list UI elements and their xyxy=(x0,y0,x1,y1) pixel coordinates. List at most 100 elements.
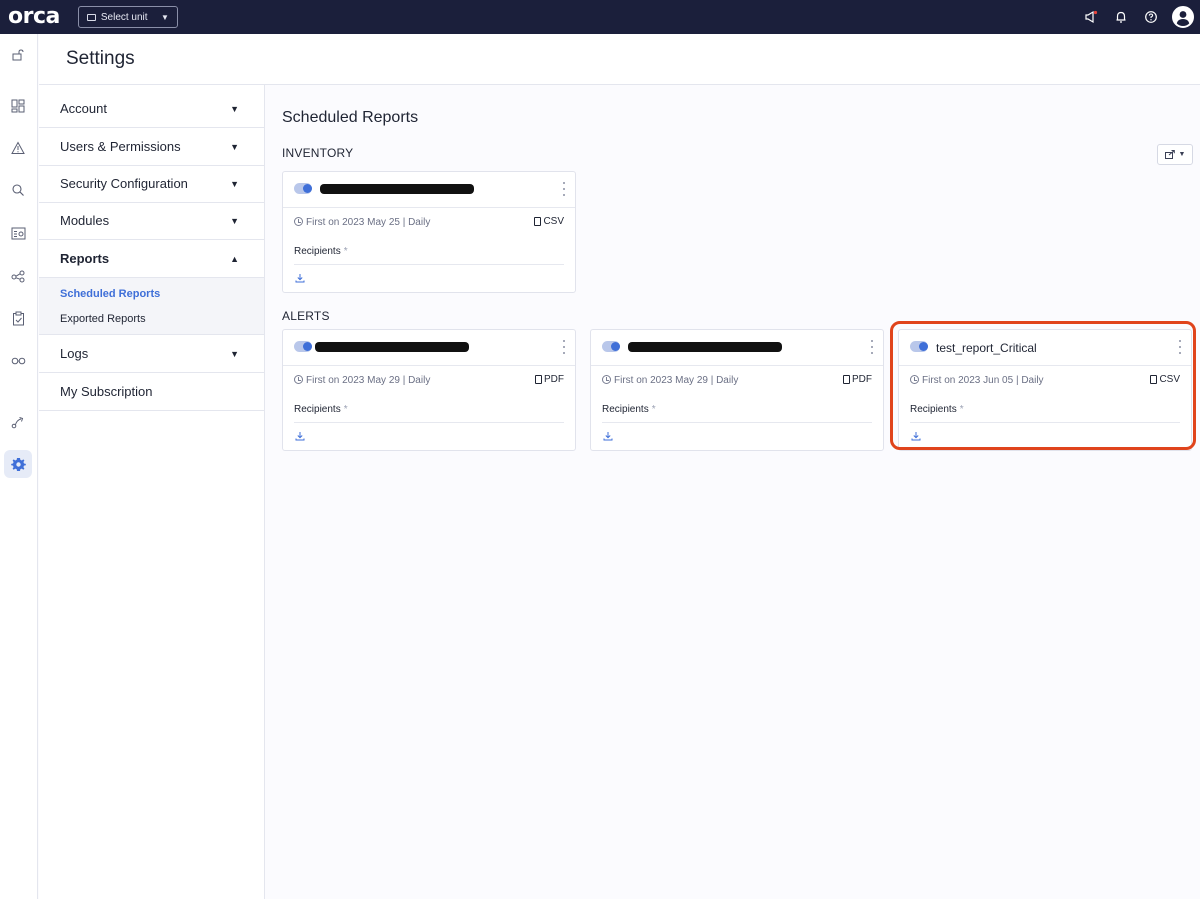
unit-select-label: Select unit xyxy=(100,11,148,23)
integrations-icon[interactable] xyxy=(4,408,32,436)
section-label-inventory: INVENTORY xyxy=(282,146,354,160)
sidebar-item-label: Logs xyxy=(60,346,89,361)
required-mark: * xyxy=(343,404,348,415)
settings-header: Settings xyxy=(39,34,1200,85)
annotation-highlight xyxy=(890,321,1196,450)
icon-rail xyxy=(0,34,38,899)
clock-icon xyxy=(294,217,303,226)
report-format-label: CSV xyxy=(543,216,564,227)
sidebar-item-label: Users & Permissions xyxy=(60,139,181,154)
toggle-knob xyxy=(611,342,620,351)
card-header xyxy=(283,172,575,208)
recipients-input[interactable] xyxy=(294,422,564,423)
report-card[interactable]: First on 2023 May 29 | Daily PDF Recipie… xyxy=(282,329,576,451)
chevron-up-icon: ▲ xyxy=(230,253,239,264)
sidebar-item-label: Modules xyxy=(60,213,110,228)
sidebar-item-label: Reports xyxy=(60,251,110,266)
clock-icon xyxy=(294,375,303,384)
export-button[interactable]: ▼ xyxy=(1157,144,1193,165)
recipients-input[interactable] xyxy=(602,422,872,423)
download-icon[interactable] xyxy=(295,273,305,283)
report-schedule: First on 2023 May 29 | Daily xyxy=(306,375,431,386)
report-card[interactable]: First on 2023 May 29 | Daily PDF Recipie… xyxy=(590,329,884,451)
search-icon[interactable] xyxy=(4,176,32,204)
orca-logo[interactable]: orca xyxy=(8,6,60,28)
report-toggle[interactable] xyxy=(294,341,312,352)
sidebar-item-reports[interactable]: Reports ▲ xyxy=(39,240,264,278)
card-header xyxy=(283,330,575,366)
sidebar-item-my-subscription[interactable]: My Subscription xyxy=(39,373,264,411)
page-title: Settings xyxy=(66,48,135,69)
graph-icon[interactable] xyxy=(4,262,32,290)
megaphone-icon[interactable] xyxy=(1076,0,1106,34)
report-format-label: PDF xyxy=(852,374,872,385)
download-icon[interactable] xyxy=(295,431,305,441)
report-name-redacted xyxy=(628,342,782,352)
chevron-down-icon: ▼ xyxy=(230,215,239,226)
sidebar-item-label: My Subscription xyxy=(60,384,153,399)
section-label-alerts: ALERTS xyxy=(282,309,330,323)
report-format: PDF xyxy=(843,374,872,385)
toggle-knob xyxy=(303,184,312,193)
share-export-icon xyxy=(1164,150,1175,159)
sidebar-item-users-permissions[interactable]: Users & Permissions ▼ xyxy=(39,128,264,166)
reports-submenu: Scheduled Reports Exported Reports xyxy=(39,278,264,335)
sidebar-item-label: Security Configuration xyxy=(60,176,188,191)
recipients-input[interactable] xyxy=(294,264,564,265)
sidebar-item-logs[interactable]: Logs ▼ xyxy=(39,335,264,373)
settings-sidebar: Account ▼ Users & Permissions ▼ Security… xyxy=(39,85,265,899)
report-schedule: First on 2023 May 25 | Daily xyxy=(306,217,431,228)
unit-select-dropdown[interactable]: Select unit ▼ xyxy=(77,6,178,28)
help-icon[interactable] xyxy=(1136,0,1166,34)
chevron-down-icon: ▼ xyxy=(230,103,239,114)
chevron-down-icon: ▼ xyxy=(230,141,239,152)
sidebar-item-account[interactable]: Account ▼ xyxy=(39,90,264,128)
recipients-label: Recipients * xyxy=(294,246,348,257)
report-toggle[interactable] xyxy=(294,183,312,194)
chevron-down-icon: ▼ xyxy=(1178,151,1186,158)
inventory-icon[interactable] xyxy=(4,219,32,247)
required-mark: * xyxy=(651,404,656,415)
more-options-icon[interactable] xyxy=(870,340,874,354)
recipients-label: Recipients * xyxy=(294,404,348,415)
settings-gear-icon[interactable] xyxy=(4,450,32,478)
report-schedule: First on 2023 May 29 | Daily xyxy=(614,375,739,386)
unit-icon xyxy=(86,13,96,21)
topbar-actions xyxy=(1076,0,1200,34)
toggle-knob xyxy=(303,342,312,351)
chevron-down-icon: ▼ xyxy=(160,12,169,22)
sidebar-subitem-exported-reports[interactable]: Exported Reports xyxy=(60,313,146,325)
sidebar-subitem-scheduled-reports[interactable]: Scheduled Reports xyxy=(60,288,160,300)
sidebar-item-modules[interactable]: Modules ▼ xyxy=(39,202,264,240)
vulnerabilities-icon[interactable] xyxy=(4,347,32,375)
card-header xyxy=(591,330,883,366)
report-format: CSV xyxy=(534,216,564,227)
file-icon xyxy=(534,217,542,226)
chevron-down-icon: ▼ xyxy=(230,178,239,189)
top-navigation-bar: orca Select unit ▼ xyxy=(0,0,1200,34)
more-options-icon[interactable] xyxy=(562,340,566,354)
section-title: Scheduled Reports xyxy=(282,109,419,126)
download-icon[interactable] xyxy=(603,431,613,441)
report-format-label: PDF xyxy=(544,374,564,385)
clock-icon xyxy=(602,375,611,384)
alert-icon[interactable] xyxy=(4,134,32,162)
compliance-icon[interactable] xyxy=(4,304,32,332)
report-format: PDF xyxy=(535,374,564,385)
file-icon xyxy=(535,375,542,384)
required-mark: * xyxy=(343,246,348,257)
lock-open-icon[interactable] xyxy=(4,41,32,69)
user-avatar-icon[interactable] xyxy=(1172,6,1194,28)
file-icon xyxy=(843,375,850,384)
chevron-down-icon: ▼ xyxy=(230,348,239,359)
more-options-icon[interactable] xyxy=(562,182,566,196)
report-card[interactable]: First on 2023 May 25 | Daily CSV Recipie… xyxy=(282,171,576,293)
sidebar-item-security-configuration[interactable]: Security Configuration ▼ xyxy=(39,165,264,203)
sidebar-item-label: Account xyxy=(60,101,107,116)
recipients-label-text: Recipients xyxy=(602,404,649,415)
bell-icon[interactable] xyxy=(1106,0,1136,34)
report-name-redacted xyxy=(315,342,469,352)
dashboard-icon[interactable] xyxy=(4,92,32,120)
recipients-label-text: Recipients xyxy=(294,246,341,257)
report-toggle[interactable] xyxy=(602,341,620,352)
